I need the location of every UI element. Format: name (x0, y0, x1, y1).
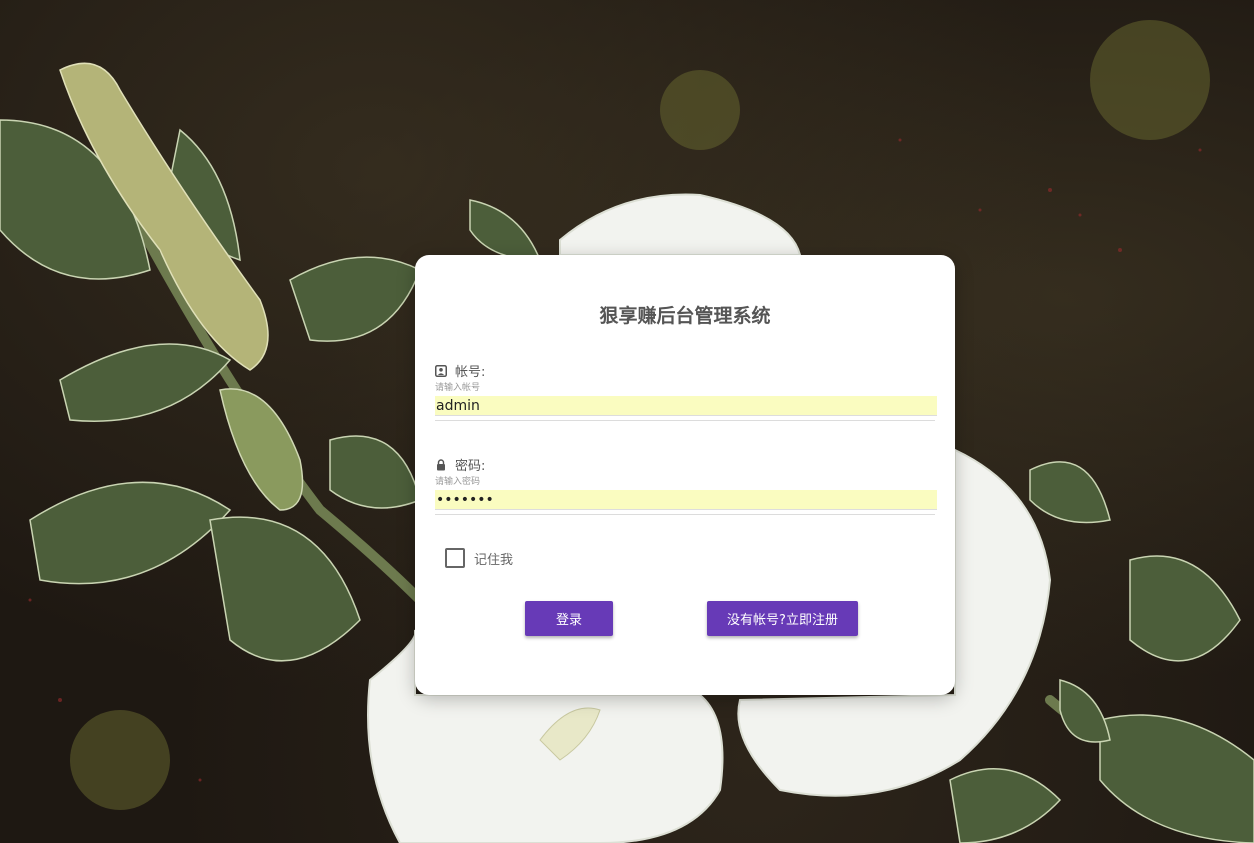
password-hint: 请输入密码 (435, 477, 481, 487)
page-title: 狠享赚后台管理系统 (599, 305, 771, 327)
login-card: 狠享赚后台管理系统 帐号: 请输入帐号 密码: 请输入密码 记住我 登录 (415, 255, 955, 695)
username-label-row: 帐号: (435, 361, 485, 380)
username-underline (435, 420, 935, 421)
password-label-row: 密码: (435, 455, 485, 474)
login-button[interactable]: 登录 (525, 601, 613, 636)
user-card-icon (435, 364, 447, 377)
password-input[interactable] (435, 490, 937, 510)
username-hint: 请输入帐号 (435, 383, 481, 393)
remember-me-row[interactable]: 记住我 (445, 548, 513, 568)
remember-me-label: 记住我 (474, 552, 514, 568)
lock-icon (435, 458, 447, 471)
password-underline (435, 514, 935, 515)
remember-me-checkbox[interactable] (445, 548, 465, 568)
username-input[interactable] (435, 396, 937, 416)
register-button[interactable]: 没有帐号?立即注册 (707, 601, 858, 636)
password-label: 密码: (455, 459, 486, 474)
username-label: 帐号: (455, 365, 486, 380)
